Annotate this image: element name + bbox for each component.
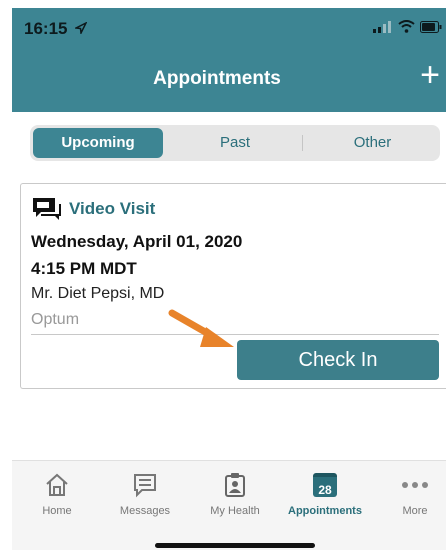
visit-type-row: Video Visit bbox=[31, 196, 155, 222]
appointment-time: 4:15 PM MDT bbox=[31, 259, 137, 278]
appointment-filter-tabs: Upcoming Past Other bbox=[30, 125, 440, 161]
tab-other[interactable]: Other bbox=[305, 128, 440, 158]
check-in-button[interactable]: Check In bbox=[237, 340, 439, 380]
provider-name: Mr. Diet Pepsi, MD bbox=[31, 285, 165, 302]
status-indicators bbox=[373, 20, 442, 33]
tabbar-label: Home bbox=[42, 505, 72, 517]
clipboard-icon bbox=[225, 473, 245, 497]
tab-upcoming[interactable]: Upcoming bbox=[33, 128, 163, 158]
home-icon bbox=[46, 473, 68, 496]
arrow-pointer-icon bbox=[168, 309, 234, 347]
tabbar-my-health[interactable]: My Health bbox=[190, 471, 280, 517]
home-indicator bbox=[155, 543, 315, 548]
video-chat-icon bbox=[33, 198, 61, 220]
messages-icon bbox=[134, 474, 156, 498]
tabbar-home[interactable]: Home bbox=[12, 471, 102, 517]
tabbar-label: Appointments bbox=[288, 505, 362, 517]
tabbar-label: Messages bbox=[119, 505, 171, 517]
calendar-icon: 28 bbox=[313, 473, 337, 497]
tabbar-appointments[interactable]: 28 Appointments bbox=[280, 471, 370, 517]
more-icon bbox=[402, 482, 428, 488]
add-appointment-button[interactable]: + bbox=[420, 58, 440, 92]
bottom-tab-bar: Home Messages My Health 28 Appointments … bbox=[12, 460, 446, 550]
tabbar-messages[interactable]: Messages bbox=[100, 471, 190, 517]
appointment-date: Wednesday, April 01, 2020 bbox=[31, 232, 243, 251]
tabbar-label: My Health bbox=[210, 505, 260, 517]
page-title: Appointments bbox=[153, 68, 281, 89]
appointment-location: Optum bbox=[31, 311, 80, 328]
status-time: 16:15 bbox=[24, 19, 88, 39]
tab-past[interactable]: Past bbox=[170, 128, 300, 158]
wifi-icon bbox=[398, 20, 415, 33]
visit-type: Video Visit bbox=[69, 199, 156, 218]
calendar-badge: 28 bbox=[318, 483, 332, 497]
appointment-card[interactable]: Video Visit Wednesday, April 01, 2020 4:… bbox=[20, 183, 446, 389]
battery-icon bbox=[420, 20, 442, 33]
location-arrow-icon bbox=[73, 21, 88, 36]
tabbar-label: More bbox=[402, 505, 428, 517]
tabbar-more[interactable]: More bbox=[370, 471, 446, 517]
tab-divider bbox=[302, 135, 303, 151]
signal-icon bbox=[373, 20, 391, 33]
